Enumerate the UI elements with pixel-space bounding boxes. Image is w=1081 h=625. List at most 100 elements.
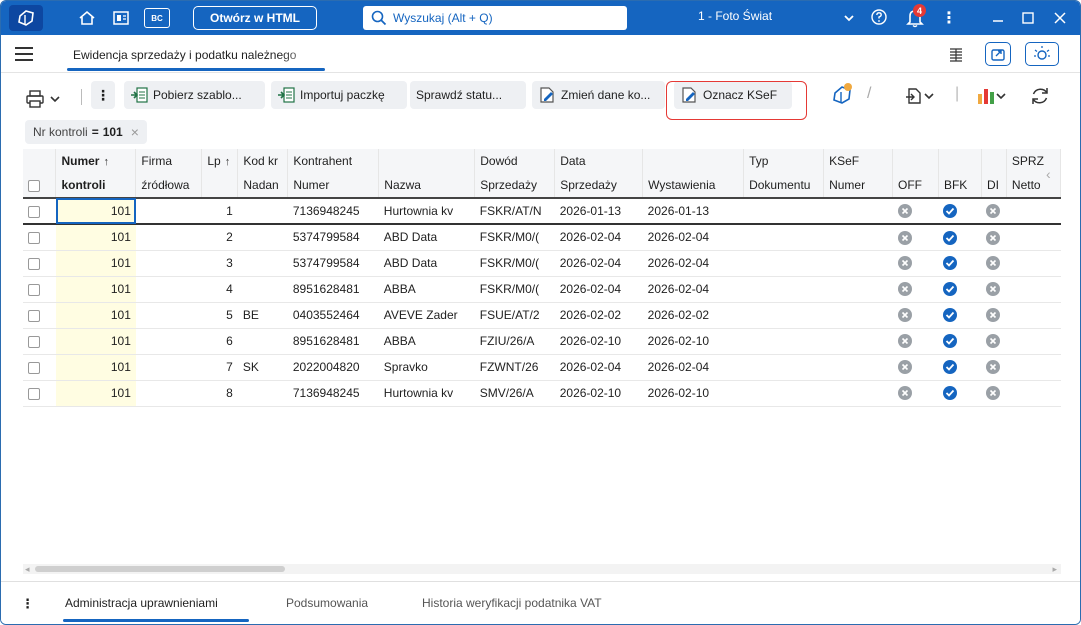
row-checkbox[interactable] bbox=[23, 250, 56, 277]
col-typ-dokumentu[interactable]: Dokumentu bbox=[743, 173, 825, 199]
cell-kontrahent-nazwa[interactable]: ABBA bbox=[378, 328, 475, 355]
cell-typ-dokumentu[interactable] bbox=[743, 354, 824, 381]
download-template-button[interactable]: Pobierz szablo... bbox=[124, 81, 265, 109]
ksef-icon[interactable] bbox=[824, 81, 860, 109]
clear-filter-icon[interactable]: × bbox=[131, 124, 139, 140]
cell-firma[interactable] bbox=[135, 354, 202, 381]
col-netto[interactable]: Netto bbox=[1006, 173, 1061, 199]
cell-kod-kraju[interactable] bbox=[237, 224, 288, 251]
notifications-bell-icon[interactable]: 4 bbox=[903, 4, 927, 30]
app-logo-icon[interactable] bbox=[9, 5, 43, 31]
col-lp[interactable]: Lp ↑ bbox=[201, 149, 239, 173]
cell-di[interactable] bbox=[981, 302, 1007, 329]
cell-off[interactable] bbox=[892, 380, 939, 407]
col-dowod-sprzedazy[interactable]: Sprzedaży bbox=[474, 173, 556, 199]
close-icon[interactable] bbox=[1048, 7, 1072, 29]
cell-dowod[interactable]: FZIU/26/A bbox=[474, 328, 555, 355]
row-checkbox[interactable] bbox=[23, 380, 56, 407]
cell-netto[interactable] bbox=[1006, 302, 1061, 329]
dashboard-icon[interactable] bbox=[109, 7, 133, 29]
table-row[interactable]: 101 8 7136948245 Hurtownia kv SMV/26/A 2026-0… bbox=[23, 380, 1061, 407]
cell-data-sprzedazy[interactable]: 2026-02-04 bbox=[554, 354, 643, 381]
table-row[interactable]: 101 3 5374799584 ABD Data FSKR/M0/(2026-02-0… bbox=[23, 250, 1061, 277]
chart-icon[interactable] bbox=[969, 83, 1013, 109]
cell-ksef-numer[interactable] bbox=[823, 276, 893, 303]
print-button[interactable] bbox=[25, 85, 69, 113]
cell-typ-dokumentu[interactable] bbox=[743, 302, 824, 329]
cell-data-wystawienia[interactable]: 2026-02-10 bbox=[642, 380, 744, 407]
cell-kontrahent-numer[interactable]: 5374799584 bbox=[287, 250, 379, 277]
col-kontroli[interactable]: kontroli bbox=[55, 173, 137, 199]
bc-button[interactable]: BC bbox=[144, 8, 170, 28]
cell-nr-kontroli[interactable]: 101 bbox=[55, 302, 136, 329]
cell-bfk[interactable] bbox=[938, 224, 982, 251]
cell-kod-kraju[interactable]: SK bbox=[237, 354, 288, 381]
cell-lp[interactable]: 5 bbox=[201, 302, 238, 329]
cell-ksef-numer[interactable] bbox=[823, 380, 893, 407]
cell-off[interactable] bbox=[892, 224, 939, 251]
cell-off[interactable] bbox=[892, 250, 939, 277]
cell-firma[interactable] bbox=[135, 224, 202, 251]
cell-off[interactable] bbox=[892, 302, 939, 329]
cell-kontrahent-nazwa[interactable]: Hurtownia kv bbox=[378, 380, 475, 407]
col-data-sprzedazy[interactable]: Sprzedaży bbox=[554, 173, 644, 199]
change-data-button[interactable]: Zmień dane ko... bbox=[532, 81, 665, 109]
document-export-icon[interactable] bbox=[897, 83, 941, 109]
cell-netto[interactable] bbox=[1006, 250, 1061, 277]
cell-data-sprzedazy[interactable]: 2026-02-10 bbox=[554, 380, 643, 407]
cell-data-wystawienia[interactable]: 2026-01-13 bbox=[642, 197, 744, 225]
cell-lp[interactable]: 6 bbox=[201, 328, 238, 355]
cell-lp[interactable]: 2 bbox=[201, 224, 238, 251]
cell-nr-kontroli[interactable]: 101 bbox=[55, 224, 136, 251]
tab-ewidencja-sprzedazy[interactable]: Ewidencja sprzedaży i podatku należnego bbox=[67, 43, 329, 71]
cell-firma[interactable] bbox=[135, 250, 202, 277]
tab-administracja[interactable]: Administracja uprawnieniami bbox=[65, 596, 251, 610]
cell-di[interactable] bbox=[981, 276, 1007, 303]
cell-lp[interactable]: 8 bbox=[201, 380, 238, 407]
cell-kontrahent-nazwa[interactable]: ABD Data bbox=[378, 224, 475, 251]
cell-dowod[interactable]: FZWNT/26 bbox=[474, 354, 555, 381]
cell-bfk[interactable] bbox=[938, 380, 982, 407]
cell-netto[interactable] bbox=[1006, 354, 1061, 381]
cell-dowod[interactable]: FSUE/AT/2 bbox=[474, 302, 555, 329]
cell-kod-kraju[interactable] bbox=[237, 276, 288, 303]
cell-kontrahent-numer[interactable]: 8951628481 bbox=[287, 328, 379, 355]
cell-bfk[interactable] bbox=[938, 197, 982, 225]
col-dowod[interactable]: Dowód bbox=[474, 149, 556, 173]
cell-netto[interactable] bbox=[1006, 224, 1061, 251]
cell-data-sprzedazy[interactable]: 2026-02-10 bbox=[554, 328, 643, 355]
col-typ[interactable]: Typ bbox=[743, 149, 825, 173]
cell-di[interactable] bbox=[981, 380, 1007, 407]
cell-data-wystawienia[interactable]: 2026-02-04 bbox=[642, 250, 744, 277]
cell-netto[interactable] bbox=[1006, 380, 1061, 407]
col-ksef-numer[interactable]: Numer bbox=[823, 173, 893, 199]
cell-kod-kraju[interactable] bbox=[237, 250, 288, 277]
cell-di[interactable] bbox=[981, 250, 1007, 277]
cell-data-sprzedazy[interactable]: 2026-02-04 bbox=[554, 250, 643, 277]
cell-netto[interactable] bbox=[1006, 328, 1061, 355]
cell-nr-kontroli[interactable]: 101 bbox=[55, 276, 136, 303]
cell-ksef-numer[interactable] bbox=[823, 354, 893, 381]
col-bfk[interactable]: BFK bbox=[938, 173, 982, 199]
table-row[interactable]: 101 1 7136948245 Hurtownia kv FSKR/AT/N 2026-… bbox=[23, 197, 1061, 225]
row-checkbox[interactable] bbox=[23, 354, 56, 381]
col-ksef[interactable]: KSeF bbox=[823, 149, 893, 173]
cell-bfk[interactable] bbox=[938, 276, 982, 303]
toolbar-more-button[interactable]: ⋮ bbox=[91, 81, 115, 109]
cell-di[interactable] bbox=[981, 224, 1007, 251]
cell-data-sprzedazy[interactable]: 2026-02-04 bbox=[554, 224, 643, 251]
cell-kontrahent-numer[interactable]: 0403552464 bbox=[287, 302, 379, 329]
cell-netto[interactable] bbox=[1006, 276, 1061, 303]
cell-bfk[interactable] bbox=[938, 250, 982, 277]
scroll-right-icon[interactable]: ▸ bbox=[1052, 564, 1057, 575]
cell-ksef-numer[interactable] bbox=[823, 302, 893, 329]
cell-lp[interactable]: 1 bbox=[201, 197, 238, 225]
cell-kontrahent-numer[interactable]: 7136948245 bbox=[287, 197, 379, 225]
cell-data-wystawienia[interactable]: 2026-02-04 bbox=[642, 224, 744, 251]
cell-bfk[interactable] bbox=[938, 302, 982, 329]
search-input[interactable]: Wyszukaj (Alt + Q) bbox=[363, 6, 627, 30]
cell-off[interactable] bbox=[892, 328, 939, 355]
table-row[interactable]: 101 2 5374799584 ABD Data FSKR/M0/(2026-02-0… bbox=[23, 224, 1061, 251]
tab-podsumowania[interactable]: Podsumowania bbox=[286, 596, 368, 610]
cell-data-sprzedazy[interactable]: 2026-02-04 bbox=[554, 276, 643, 303]
